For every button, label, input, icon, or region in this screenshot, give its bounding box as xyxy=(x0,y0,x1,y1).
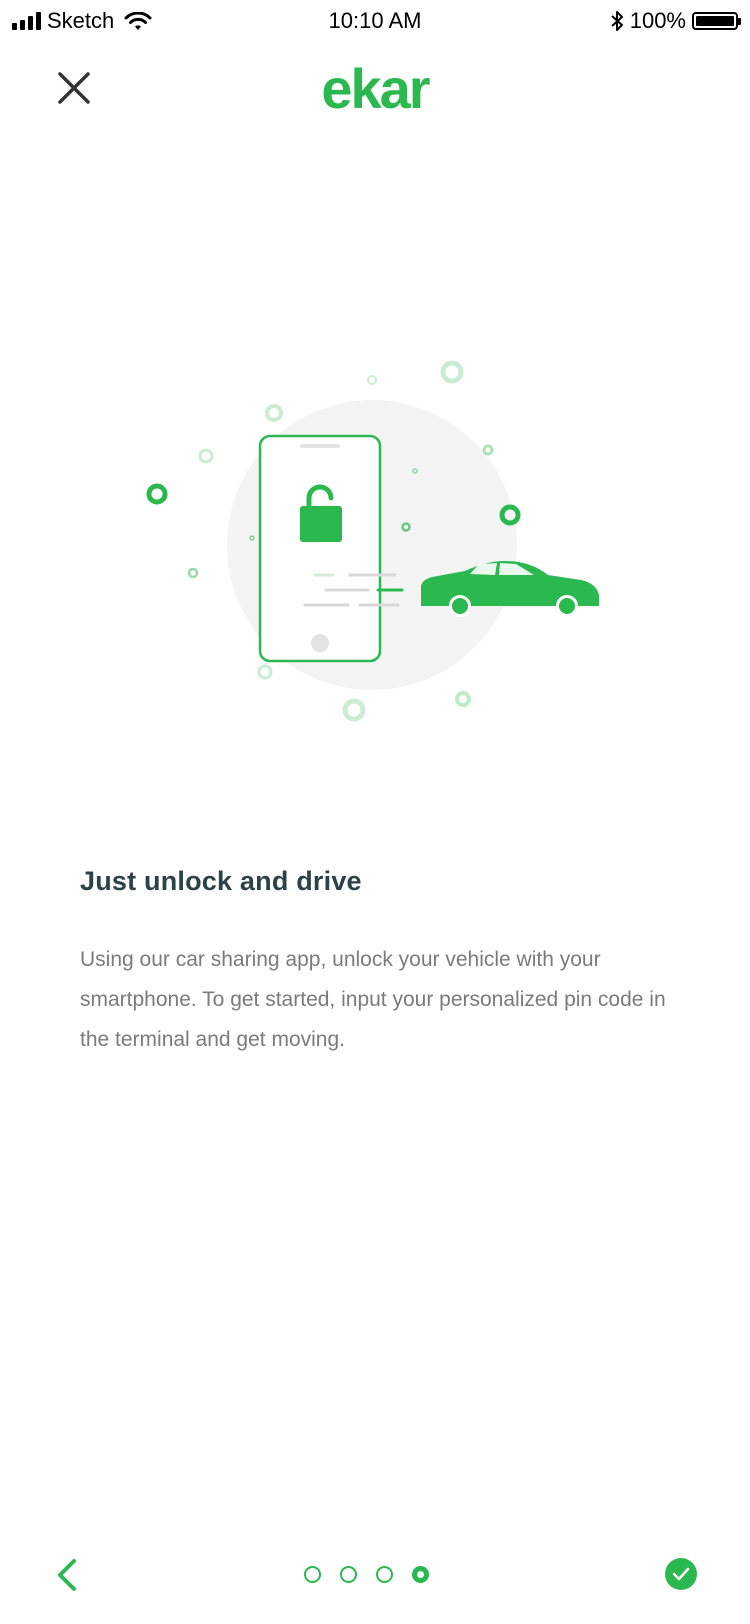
done-button[interactable] xyxy=(665,1558,697,1590)
svg-text:ekar: ekar xyxy=(321,58,429,120)
close-icon xyxy=(58,72,90,104)
phone-outline xyxy=(258,434,382,663)
close-button[interactable] xyxy=(56,70,92,106)
battery-icon xyxy=(692,12,741,30)
page-dot-2[interactable] xyxy=(340,1566,357,1583)
bluetooth-icon xyxy=(611,11,623,31)
battery-percentage: 100% xyxy=(629,8,686,33)
pagination-dots xyxy=(304,1566,429,1583)
ekar-logo: ekar xyxy=(321,58,431,120)
onboarding-title: Just unlock and drive xyxy=(80,866,362,896)
page-dot-3[interactable] xyxy=(376,1566,393,1583)
page-dot-4[interactable] xyxy=(412,1566,429,1583)
unlock-illustration xyxy=(146,360,599,722)
page-dot-1[interactable] xyxy=(304,1566,321,1583)
status-right: 100% xyxy=(610,8,741,34)
status-bar: Sketch 10:10 AM 100% xyxy=(0,0,750,40)
onboarding-description: Using our car sharing app, unlock your v… xyxy=(80,948,666,1051)
chevron-left-icon xyxy=(58,1559,76,1591)
check-icon xyxy=(672,1567,690,1581)
back-button[interactable] xyxy=(50,1555,86,1595)
